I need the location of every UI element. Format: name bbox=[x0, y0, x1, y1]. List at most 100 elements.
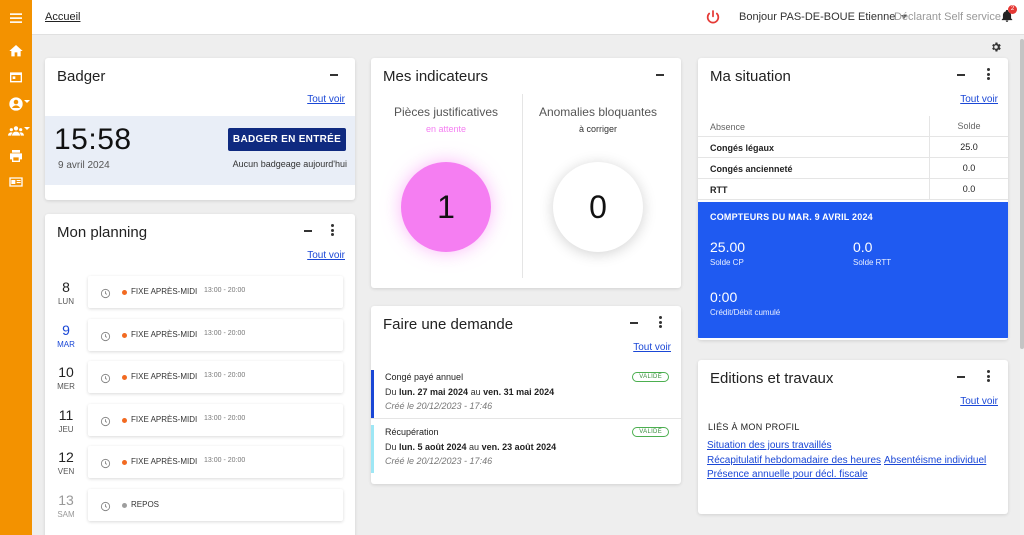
group-icon[interactable] bbox=[6, 121, 30, 141]
column-header: Solde bbox=[929, 116, 1008, 137]
absence-balance: 25.0 bbox=[929, 137, 1008, 158]
report-link-weekly-hours[interactable]: Récapitulatif hebdomadaire des heures bbox=[707, 455, 881, 466]
planning-row: 9 MAR FIXE APRÈS-MIDI 13:00 - 20:00 bbox=[45, 318, 355, 361]
request-status-bar bbox=[371, 425, 374, 473]
planning-row: 10 MER FIXE APRÈS-MIDI 13:00 - 20:00 bbox=[45, 361, 355, 403]
indicator-subtitle: en attente bbox=[425, 124, 467, 134]
minimize-icon[interactable] bbox=[956, 368, 966, 380]
request-item[interactable]: Récupération Du lun. 5 août 2024 au ven. … bbox=[371, 425, 681, 473]
blocking-anomalies-indicator: Anomalies bloquantes à corriger 0 bbox=[523, 94, 673, 278]
planning-day: 13 SAM bbox=[51, 492, 81, 519]
day-label: VEN bbox=[57, 467, 75, 476]
absence-type: Congés ancienneté bbox=[710, 164, 793, 174]
editions-card: Editions et travaux Tout voir LIÉS À MON… bbox=[698, 360, 1008, 514]
minimize-icon[interactable] bbox=[655, 66, 665, 78]
request-see-all-link[interactable]: Tout voir bbox=[633, 342, 671, 353]
day-number: 13 bbox=[58, 491, 74, 508]
clock-icon bbox=[100, 414, 111, 426]
indicator-title: Pièces justificatives bbox=[393, 105, 499, 119]
request-from-date: lun. 5 août 2024 bbox=[399, 442, 467, 452]
planning-title: Mon planning bbox=[57, 224, 148, 241]
planning-slot[interactable]: FIXE APRÈS-MIDI 13:00 - 20:00 bbox=[88, 403, 343, 436]
planning-row: 11 JEU FIXE APRÈS-MIDI 13:00 - 20:00 bbox=[45, 403, 355, 446]
planning-slot[interactable]: FIXE APRÈS-MIDI 13:00 - 20:00 bbox=[88, 446, 343, 478]
report-link-worked-days[interactable]: Situation des jours travaillés bbox=[707, 440, 832, 451]
no-badge-text: Aucun badgeage aujourd'hui bbox=[232, 159, 347, 169]
indicator-subtitle: à corriger bbox=[578, 124, 617, 134]
request-card: Faire une demande Tout voir Congé payé a… bbox=[371, 306, 681, 484]
schedule-dot bbox=[122, 502, 127, 508]
day-number: 12 bbox=[58, 449, 74, 465]
planning-slot[interactable]: REPOS bbox=[88, 488, 343, 521]
scrollbar-thumb[interactable] bbox=[1020, 39, 1024, 349]
role-selector[interactable]: Déclarant Self service bbox=[894, 11, 1001, 23]
schedule-dot bbox=[122, 460, 127, 465]
planning-see-all-link[interactable]: Tout voir bbox=[307, 250, 345, 261]
request-type: Récupération bbox=[385, 427, 439, 437]
user-greeting: Bonjour PAS-DE-BOUE Etienne bbox=[739, 11, 896, 23]
badger-card: Badger Tout voir 15:58 9 avril 2024 BADG… bbox=[45, 58, 355, 200]
planning-card: Mon planning Tout voir 8 LUN FIXE APRÈS-MI… bbox=[45, 214, 355, 535]
request-from-prefix: Du bbox=[385, 442, 400, 452]
day-label: JEU bbox=[58, 424, 74, 434]
minimize-icon[interactable] bbox=[956, 66, 966, 78]
planning-slot[interactable]: FIXE APRÈS-MIDI 13:00 - 20:00 bbox=[88, 276, 343, 308]
menu-icon[interactable] bbox=[6, 8, 26, 28]
rtt-balance-value: 0.0 bbox=[853, 239, 873, 255]
gear-icon[interactable] bbox=[990, 40, 1002, 52]
rtt-balance-label: Solde RTT bbox=[853, 258, 892, 267]
print-icon[interactable] bbox=[6, 146, 26, 166]
notifications-button[interactable]: 2 bbox=[1000, 5, 1017, 25]
pending-documents-indicator: Pièces justificatives en attente 1 bbox=[371, 94, 521, 278]
report-link-absenteeism[interactable]: Absentéisme individuel bbox=[884, 455, 986, 466]
planning-slot[interactable]: FIXE APRÈS-MIDI 13:00 - 20:00 bbox=[88, 318, 343, 351]
minimize-icon[interactable] bbox=[629, 314, 639, 326]
minimize-icon[interactable] bbox=[329, 66, 339, 78]
request-date-range: Du lun. 5 août 2024 au ven. 23 août 2024 bbox=[385, 442, 556, 452]
badge-in-button[interactable]: BADGER EN ENTRÉE bbox=[228, 128, 346, 151]
left-sidebar bbox=[0, 0, 32, 535]
clock-icon bbox=[100, 499, 111, 511]
schedule-hours: 13:00 - 20:00 bbox=[204, 329, 246, 337]
minimize-icon[interactable] bbox=[303, 222, 313, 234]
breadcrumb-home-link[interactable]: Accueil bbox=[45, 11, 80, 23]
report-link-annual-presence[interactable]: Présence annuelle pour décl. fiscale bbox=[707, 469, 868, 480]
more-options-icon[interactable] bbox=[986, 68, 990, 80]
id-card-icon[interactable] bbox=[6, 172, 26, 192]
more-options-icon[interactable] bbox=[330, 224, 334, 236]
home-icon[interactable] bbox=[6, 41, 26, 61]
absence-balance: 0.0 bbox=[929, 179, 1008, 200]
badger-see-all-link[interactable]: Tout voir bbox=[307, 94, 345, 105]
request-item[interactable]: Congé payé annuel Du lun. 27 mai 2024 au … bbox=[371, 370, 681, 418]
request-from-prefix: Du bbox=[385, 387, 400, 397]
page-scrollbar[interactable] bbox=[1020, 35, 1024, 535]
planning-slot[interactable]: FIXE APRÈS-MIDI 13:00 - 20:00 bbox=[88, 361, 343, 393]
notification-badge: 2 bbox=[1008, 5, 1017, 14]
schedule-dot bbox=[122, 417, 127, 423]
user-icon[interactable] bbox=[6, 94, 30, 114]
planning-day: 11 JEU bbox=[51, 407, 81, 434]
request-to-prefix: au bbox=[466, 442, 482, 452]
planning-day: 9 MAR bbox=[51, 322, 81, 349]
pending-documents-count[interactable]: 1 bbox=[401, 162, 491, 252]
planning-day: 12 VEN bbox=[51, 449, 81, 476]
request-divider bbox=[371, 418, 681, 419]
more-options-icon[interactable] bbox=[986, 370, 990, 382]
calendar-icon[interactable] bbox=[6, 67, 26, 87]
blocking-anomalies-count[interactable]: 0 bbox=[553, 162, 643, 252]
counters-panel: COMPTEURS DU MAR. 9 AVRIL 2024 25.00 Sol… bbox=[698, 202, 1008, 338]
power-icon[interactable] bbox=[705, 9, 721, 25]
absence-type: Congés légaux bbox=[710, 143, 775, 153]
schedule-dot bbox=[122, 290, 127, 295]
more-options-icon[interactable] bbox=[658, 316, 662, 328]
situation-card: Ma situation Tout voir Absence Solde Con… bbox=[698, 58, 1008, 340]
counters-title: COMPTEURS DU MAR. 9 AVRIL 2024 bbox=[710, 212, 873, 222]
schedule-type: FIXE APRÈS-MIDI bbox=[131, 329, 198, 339]
table-row: RTT 0.0 bbox=[698, 179, 1008, 200]
cumulative-credit-label: Crédit/Débit cumulé bbox=[710, 308, 781, 317]
user-menu[interactable]: Bonjour PAS-DE-BOUE Etienne bbox=[739, 11, 908, 23]
editions-see-all-link[interactable]: Tout voir bbox=[960, 396, 998, 407]
indicator-title: Anomalies bloquantes bbox=[538, 105, 658, 119]
clock-icon bbox=[100, 286, 111, 299]
situation-see-all-link[interactable]: Tout voir bbox=[960, 94, 998, 105]
